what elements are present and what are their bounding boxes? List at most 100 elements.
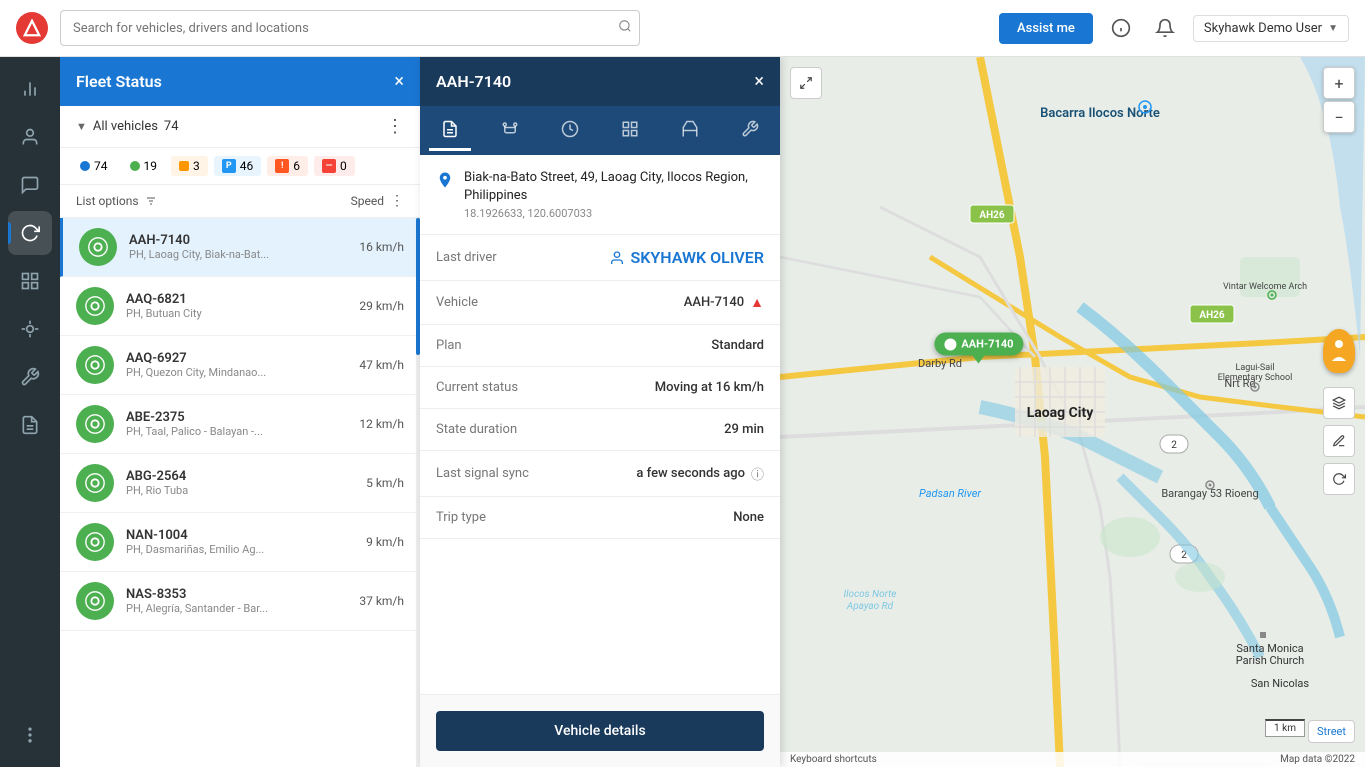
speed-sort-button[interactable]: Speed ⋮ — [351, 193, 404, 209]
search-input[interactable] — [60, 10, 640, 46]
sidebar-item-grid[interactable] — [8, 259, 52, 303]
driver-name: SKYHAWK OLIVER — [631, 248, 765, 267]
vehicle-item-aah7140[interactable]: AAH-7140 PH, Laoag City, Biak-na-Bat... … — [60, 218, 420, 277]
vehicle-item-abe2375[interactable]: ABE-2375 PH, Taal, Palico - Balayan -...… — [60, 395, 420, 454]
list-options-bar: List options Speed ⋮ — [60, 185, 420, 218]
sidebar-item-message[interactable] — [8, 163, 52, 207]
map-svg: AH26 AH26 2 2 Bacarra Iloc — [780, 57, 1365, 767]
vehicle-map-marker[interactable]: AAH-7140 — [934, 333, 1023, 364]
tab-route[interactable] — [489, 110, 531, 151]
layers-button[interactable] — [1323, 387, 1355, 419]
map-copyright: Map data ©2022 — [1280, 754, 1355, 765]
detail-close-button[interactable]: × — [754, 71, 764, 92]
sidebar-item-chart[interactable] — [8, 67, 52, 111]
map-scale: 1 km — [1265, 719, 1305, 737]
driver-link[interactable]: SKYHAWK OLIVER — [609, 248, 765, 267]
tab-fuel[interactable] — [669, 110, 711, 151]
tab-geofence[interactable] — [609, 110, 651, 151]
vehicle-item-abg2564[interactable]: ABG-2564 PH, Rio Tuba 5 km/h — [60, 454, 420, 513]
svg-text:Parish Church: Parish Church — [1236, 654, 1304, 667]
signal-value: a few seconds ago ⓘ — [636, 464, 764, 483]
plan-value: Standard — [711, 338, 764, 353]
list-options-button[interactable]: List options — [76, 194, 157, 208]
vehicle-icon — [79, 228, 117, 266]
vehicle-item-nan1004[interactable]: NAN-1004 PH, Dasmariñas, Emilio Ag... 9 … — [60, 513, 420, 572]
vehicle-speed: 9 km/h — [366, 535, 404, 549]
detail-row-vehicle: Vehicle AAH-7140 ▲ — [420, 281, 780, 325]
vehicle-location: PH, Butuan City — [126, 307, 347, 320]
map-controls: + − — [1323, 67, 1355, 133]
detail-panel: AAH-7140 × — [420, 57, 780, 767]
status-filters: 74 19 3 P 46 ! 6 — 0 — [60, 148, 420, 185]
fleet-close-button[interactable]: × — [394, 71, 404, 92]
svg-text:Lagui-Sail: Lagui-Sail — [1235, 363, 1274, 373]
user-menu[interactable]: Skyhawk Demo User ▼ — [1193, 15, 1349, 42]
fullscreen-button[interactable] — [790, 67, 822, 99]
detail-row-plan: Plan Standard — [420, 325, 780, 367]
vehicle-location: PH, Dasmariñas, Emilio Ag... — [126, 543, 354, 556]
driver-label: Last driver — [436, 250, 497, 265]
notification-button[interactable] — [1149, 12, 1181, 44]
all-vehicles-selector[interactable]: ▼ All vehicles 74 — [76, 119, 179, 134]
sidebar-item-refresh[interactable] — [8, 211, 52, 255]
search-button[interactable] — [618, 19, 632, 37]
detail-content: Biak-na-Bato Street, 49, Laoag City, Ilo… — [420, 155, 780, 694]
svg-text:Padsan River: Padsan River — [919, 487, 981, 500]
vehicle-id: AAH-7140 — [129, 233, 347, 248]
sidebar-item-tools[interactable] — [8, 355, 52, 399]
svg-text:San Nicolas: San Nicolas — [1251, 677, 1310, 690]
refresh-map-button[interactable] — [1323, 463, 1355, 495]
vehicle-item-aaq6821[interactable]: AAQ-6821 PH, Butuan City 29 km/h — [60, 277, 420, 336]
info-icon[interactable]: ⓘ — [751, 464, 764, 483]
map-right-controls — [1323, 329, 1355, 495]
duration-label: State duration — [436, 422, 517, 437]
search-box — [60, 10, 640, 46]
speed-label: Speed — [351, 194, 384, 208]
vehicle-item-nas8353[interactable]: NAS-8353 PH, Alegría, Santander - Bar...… — [60, 572, 420, 631]
vehicle-speed: 29 km/h — [359, 299, 404, 313]
draw-button[interactable] — [1323, 425, 1355, 457]
orange-count: 3 — [193, 159, 200, 173]
status-filter-idle[interactable]: 19 — [122, 156, 166, 176]
street-view-button[interactable]: Street — [1308, 720, 1355, 743]
vehicle-item-aaq6927[interactable]: AAQ-6927 PH, Quezon City, Mindanao... 47… — [60, 336, 420, 395]
zoom-out-button[interactable]: − — [1323, 101, 1355, 133]
svg-text:AH26: AH26 — [979, 210, 1005, 221]
tab-tools[interactable] — [729, 110, 771, 151]
sidebar-item-more[interactable] — [8, 713, 52, 757]
vehicle-location: PH, Laoag City, Biak-na-Bat... — [129, 248, 347, 261]
sidebar-item-user[interactable] — [8, 115, 52, 159]
status-filter-orange[interactable]: 3 — [171, 156, 208, 176]
vehicle-icon — [76, 346, 114, 384]
zoom-in-button[interactable]: + — [1323, 67, 1355, 99]
status-filter-offline[interactable]: — 0 — [314, 156, 355, 176]
tab-info[interactable] — [429, 110, 471, 151]
location-text: Biak-na-Bato Street, 49, Laoag City, Ilo… — [464, 169, 764, 220]
status-filter-alert[interactable]: ! 6 — [267, 156, 308, 176]
location-address: Biak-na-Bato Street, 49, Laoag City, Ilo… — [464, 169, 764, 205]
all-vehicles-label: All vehicles — [93, 119, 158, 134]
triptype-label: Trip type — [436, 510, 486, 525]
svg-text:Apayao Rd: Apayao Rd — [846, 601, 894, 612]
vehicle-location: PH, Quezon City, Mindanao... — [126, 366, 347, 379]
status-filter-parking[interactable]: P 46 — [214, 156, 262, 176]
map-area[interactable]: AH26 AH26 2 2 Bacarra Iloc — [780, 57, 1365, 767]
vehicle-details-button[interactable]: Vehicle details — [436, 711, 764, 751]
vehicle-location: PH, Taal, Palico - Balayan -... — [126, 425, 347, 438]
status-filter-moving[interactable]: 74 — [72, 156, 116, 176]
duration-value: 29 min — [724, 422, 764, 437]
street-view-person[interactable] — [1323, 329, 1355, 373]
tab-history[interactable] — [549, 110, 591, 151]
triptype-value: None — [733, 510, 764, 525]
assist-button[interactable]: Assist me — [999, 13, 1093, 44]
info-button[interactable] — [1105, 12, 1137, 44]
vehicle-speed: 16 km/h — [359, 240, 404, 254]
vehicle-direction-icon: ▲ — [750, 294, 764, 311]
sidebar-item-report[interactable] — [8, 403, 52, 447]
sidebar-item-route[interactable] — [8, 307, 52, 351]
sort-options-button[interactable]: ⋮ — [390, 193, 404, 209]
fleet-subheader: ▼ All vehicles 74 ⋮ — [60, 106, 420, 148]
vehicle-icon — [76, 464, 114, 502]
fleet-options-button[interactable]: ⋮ — [386, 116, 404, 137]
marker-label: AAH-7140 — [961, 338, 1013, 351]
